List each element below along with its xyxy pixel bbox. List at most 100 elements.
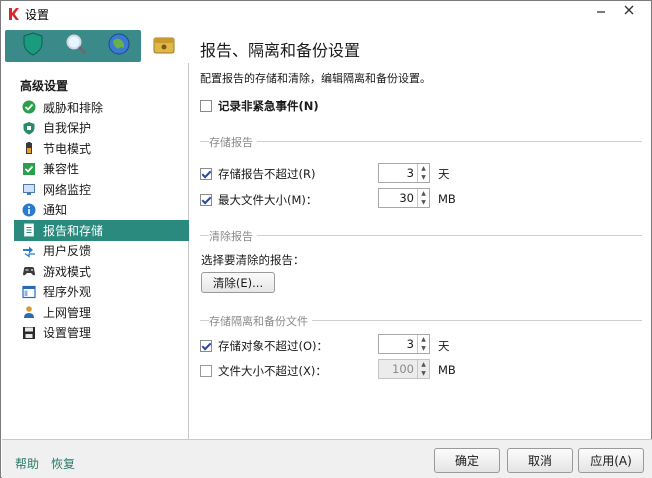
- advanced-settings-heading: 高级设置: [20, 79, 69, 93]
- kaspersky-logo-icon: [7, 7, 21, 21]
- ok-button[interactable]: 确定: [434, 448, 500, 473]
- spin-down-arrow-icon[interactable]: ▼: [418, 198, 429, 207]
- sidebar-item-label: 威胁和排除: [43, 100, 104, 115]
- keep-objects-checkbox[interactable]: 存储对象不超过(O)：: [200, 338, 328, 354]
- spin-down-arrow-icon[interactable]: ▼: [418, 344, 429, 353]
- settings-panel: 报告、隔离和备份设置 配置报告的存储和清除，编辑隔离和备份设置。 记录非紧急事件…: [190, 27, 651, 439]
- sidebar-item-compatibility[interactable]: 兼容性: [14, 159, 189, 180]
- sidebar-item-network-monitor[interactable]: 网络监控: [14, 179, 189, 200]
- group-divider: [200, 235, 642, 236]
- advanced-icon: [152, 33, 176, 58]
- sidebar-item-label: 报告和存储: [43, 223, 104, 238]
- group-label: 清除报告: [209, 228, 257, 244]
- sidebar-item-label: 设置管理: [43, 326, 92, 341]
- checkbox-label: 最大文件大小(M)：: [218, 193, 318, 207]
- checkbox-label: 存储报告不超过(R): [218, 167, 316, 181]
- spinner-value: 30: [399, 191, 414, 205]
- sidebar-item-power-saving[interactable]: 节电模式: [14, 138, 189, 159]
- tab-scan[interactable]: [57, 30, 95, 60]
- user-icon: [22, 305, 36, 319]
- minimize-icon: [596, 4, 606, 18]
- cancel-button[interactable]: 取消: [507, 448, 573, 473]
- dialog-footer: 帮助 恢复 确定 取消 应用(A): [2, 439, 652, 478]
- checkbox-box: [200, 365, 212, 377]
- title-bar: 设置: [1, 1, 651, 27]
- tab-advanced[interactable]: [145, 30, 183, 60]
- compat-icon: [22, 162, 36, 176]
- spinner-arrows: ▲ ▼: [417, 360, 429, 378]
- spinner-arrows: ▲ ▼: [417, 164, 429, 182]
- tab-protection[interactable]: [14, 30, 52, 60]
- sidebar-item-notifications[interactable]: 通知: [14, 200, 189, 221]
- spin-down-arrow-icon[interactable]: ▼: [418, 369, 429, 378]
- sidebar-item-label: 程序外观: [43, 285, 92, 300]
- gamepad-icon: [22, 264, 36, 278]
- group-divider: [200, 141, 642, 142]
- sidebar-item-parental-control[interactable]: 上网管理: [14, 302, 189, 323]
- keep-reports-days-spinner[interactable]: 3 ▲ ▼: [378, 163, 430, 183]
- checkbox-label: 记录非紧急事件(N): [218, 99, 319, 113]
- checkbox-box: [200, 194, 212, 206]
- sidebar-item-feedback[interactable]: 用户反馈: [14, 241, 189, 262]
- spinner-arrows: ▲ ▼: [417, 335, 429, 353]
- days-unit-label: 天: [438, 339, 450, 353]
- spin-up-arrow-icon[interactable]: ▲: [418, 189, 429, 198]
- sidebar-item-appearance[interactable]: 程序外观: [14, 282, 189, 303]
- days-unit-label: 天: [438, 167, 450, 181]
- sidebar-item-threats[interactable]: 威胁和排除: [14, 97, 189, 118]
- minimize-button[interactable]: [587, 1, 615, 21]
- clear-reports-group: 清除报告: [200, 228, 642, 244]
- keep-objects-days-spinner[interactable]: 3 ▲ ▼: [378, 334, 430, 354]
- spin-down-arrow-icon[interactable]: ▼: [418, 173, 429, 182]
- max-file-size-spinner[interactable]: 30 ▲ ▼: [378, 188, 430, 208]
- spin-up-arrow-icon[interactable]: ▲: [418, 335, 429, 344]
- page-title: 报告、隔离和备份设置: [200, 41, 361, 60]
- file-size-limit-spinner[interactable]: 100 ▲ ▼: [378, 359, 430, 379]
- max-file-size-checkbox[interactable]: 最大文件大小(M)：: [200, 192, 317, 208]
- window-title: 设置: [25, 8, 50, 22]
- sidebar-item-label: 节电模式: [43, 141, 92, 156]
- update-icon: [107, 32, 131, 59]
- apply-button[interactable]: 应用(A): [578, 448, 644, 473]
- restore-link[interactable]: 恢复: [51, 455, 75, 472]
- category-tabs: [2, 27, 189, 63]
- log-noncritical-checkbox[interactable]: 记录非紧急事件(N): [200, 98, 319, 114]
- page-description: 配置报告的存储和清除，编辑隔离和备份设置。: [200, 72, 431, 85]
- spin-up-arrow-icon[interactable]: ▲: [418, 360, 429, 369]
- group-label: 存储报告: [209, 134, 257, 150]
- scan-icon: [64, 32, 88, 59]
- checkbox-box: [200, 100, 212, 112]
- sidebar-item-label: 上网管理: [43, 305, 92, 320]
- spin-up-arrow-icon[interactable]: ▲: [418, 164, 429, 173]
- spinner-arrows: ▲ ▼: [417, 189, 429, 207]
- info-icon: [22, 203, 36, 217]
- sidebar-item-label: 网络监控: [43, 182, 92, 197]
- report-icon: [22, 223, 36, 237]
- network-icon: [22, 182, 36, 196]
- close-button[interactable]: [615, 1, 643, 21]
- keep-reports-checkbox[interactable]: 存储报告不超过(R): [200, 166, 315, 182]
- battery-icon: [22, 141, 36, 155]
- close-icon: [624, 4, 634, 18]
- spinner-value: 3: [406, 337, 414, 351]
- spinner-value: 100: [392, 362, 414, 376]
- mb-unit-label: MB: [438, 363, 456, 377]
- sidebar-item-game-mode[interactable]: 游戏模式: [14, 261, 189, 282]
- quarantine-backup-group: 存储隔离和备份文件: [200, 313, 642, 329]
- sidebar-nav: 威胁和排除 自我保护 节电模式 兼容性 网络监控 通知 报告和存储 用户反馈 游…: [14, 97, 189, 343]
- sidebar-item-label: 游戏模式: [43, 264, 92, 279]
- checkbox-box: [200, 340, 212, 352]
- sidebar-item-manage-settings[interactable]: 设置管理: [14, 323, 189, 344]
- tab-update[interactable]: [100, 30, 138, 60]
- sidebar-item-reports-storage[interactable]: 报告和存储: [14, 220, 189, 241]
- storage-reports-group: 存储报告: [200, 134, 642, 150]
- file-size-limit-checkbox[interactable]: 文件大小不超过(X)：: [200, 363, 327, 379]
- clear-reports-button[interactable]: 清除(E)...: [201, 272, 275, 293]
- protection-icon: [22, 31, 44, 59]
- help-link[interactable]: 帮助: [15, 455, 39, 472]
- sidebar-item-self-defense[interactable]: 自我保护: [14, 118, 189, 139]
- save-icon: [22, 326, 36, 340]
- spinner-value: 3: [406, 166, 414, 180]
- sidebar: 高级设置 威胁和排除 自我保护 节电模式 兼容性 网络监控 通知 报告和存储 用…: [2, 27, 189, 439]
- checkbox-box: [200, 168, 212, 180]
